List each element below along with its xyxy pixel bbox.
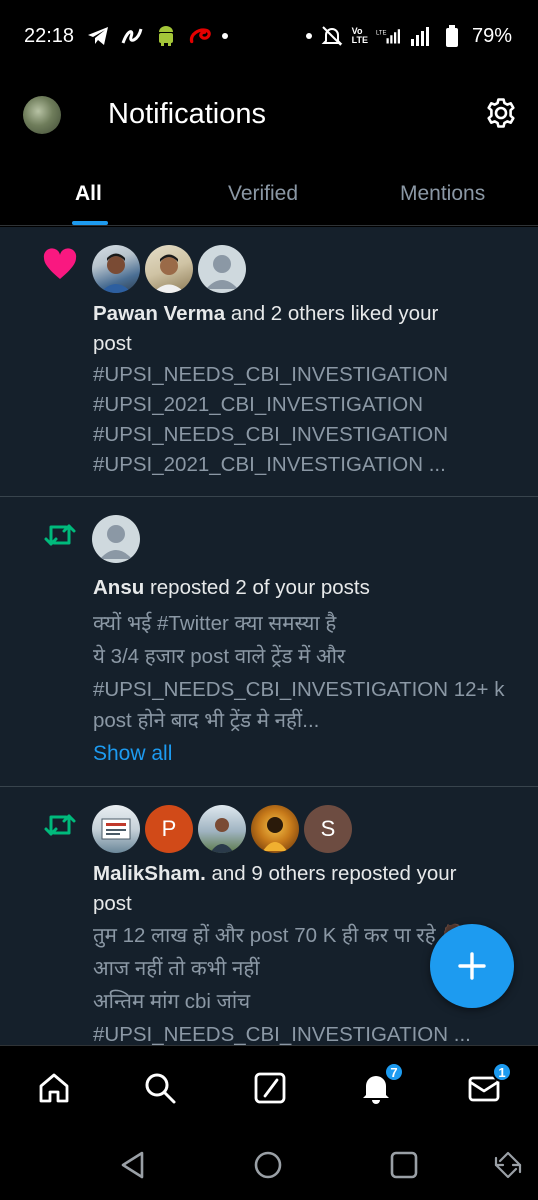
notification-item-repost[interactable]: Ansu reposted 2 of your posts क्यों भई #…: [0, 497, 538, 787]
avatar[interactable]: [251, 805, 299, 853]
system-navigation-bar: [0, 1131, 538, 1200]
post-preview-line: #UPSI_NEEDS_CBI_INVESTIGATION: [93, 363, 449, 386]
post-preview-line: post होने बाद भी ट्रेंड मे नहीं...: [93, 709, 320, 732]
tab-all[interactable]: All: [75, 182, 102, 206]
default-avatar[interactable]: [92, 515, 140, 563]
post-preview-line: #UPSI_NEEDS_CBI_INVESTIGATION ...: [93, 1023, 471, 1045]
bottom-navigation: 7 1: [0, 1045, 538, 1131]
android-icon: [154, 24, 178, 48]
notification-action: reposted 2 of your posts: [144, 576, 370, 599]
mute-bell-icon: [320, 24, 344, 48]
messages-badge: 1: [492, 1062, 512, 1082]
notification-user[interactable]: MalikSham.: [93, 862, 206, 885]
notification-item-repost[interactable]: P S MalikSham. and 9 others reposted you…: [0, 787, 538, 1045]
notifications-feed[interactable]: Pawan Verma and 2 others liked your post…: [0, 227, 538, 1045]
telegram-icon: [86, 24, 110, 48]
app-header: Notifications: [0, 72, 538, 158]
notification-tabs: All Verified Mentions: [0, 158, 538, 226]
back-icon[interactable]: [118, 1149, 150, 1181]
post-preview-line: ये 3/4 हजार post वाले ट्रेंड में और: [93, 645, 346, 668]
avatar-letter[interactable]: P: [145, 805, 193, 853]
notification-user[interactable]: Ansu: [93, 576, 144, 599]
show-all-link[interactable]: Show all: [93, 742, 172, 766]
repost-icon: [42, 517, 78, 553]
notification-dot-icon: [305, 33, 312, 39]
post-preview-line: #UPSI_2021_CBI_INVESTIGATION ...: [93, 453, 446, 476]
notification-action: and 2 others liked your: [225, 302, 439, 325]
heart-icon: [42, 247, 78, 283]
battery-percent: 79%: [471, 24, 512, 47]
notification-dot-icon: [222, 33, 228, 39]
page-title: Notifications: [108, 98, 266, 130]
compose-post-button[interactable]: [430, 924, 514, 1008]
rotate-icon[interactable]: [492, 1149, 524, 1181]
post-preview-line: #UPSI_2021_CBI_INVESTIGATION: [93, 393, 424, 416]
notifications-icon[interactable]: 7: [358, 1062, 404, 1106]
airtel-icon: [188, 24, 212, 48]
avatar[interactable]: [145, 245, 193, 293]
messages-icon[interactable]: 1: [466, 1062, 512, 1106]
home-circle-icon[interactable]: [252, 1149, 284, 1181]
profile-avatar[interactable]: [23, 96, 61, 134]
notification-action-cont: post: [93, 332, 132, 355]
post-preview-line: #UPSI_NEEDS_CBI_INVESTIGATION 12+ k: [93, 678, 505, 701]
svg-text:LTE: LTE: [376, 31, 387, 37]
search-icon[interactable]: [142, 1070, 178, 1106]
settings-gear-icon[interactable]: [484, 96, 518, 130]
avatar[interactable]: [92, 805, 140, 853]
tab-mentions[interactable]: Mentions: [400, 182, 485, 206]
notification-user[interactable]: Pawan Verma: [93, 302, 225, 325]
active-tab-indicator: [72, 221, 108, 225]
battery-icon: [440, 24, 464, 48]
avatar[interactable]: [198, 805, 246, 853]
notifications-badge: 7: [384, 1062, 404, 1082]
repost-icon: [42, 807, 78, 843]
tab-verified[interactable]: Verified: [228, 182, 298, 206]
notification-action-cont: post: [93, 892, 132, 915]
grok-icon[interactable]: [252, 1070, 288, 1106]
payment-app-icon: [120, 24, 144, 48]
notification-action: and 9 others reposted your: [205, 862, 457, 885]
avatar-letter[interactable]: S: [304, 805, 352, 853]
recents-icon[interactable]: [388, 1149, 420, 1181]
post-preview-line: क्यों भई #Twitter क्या समस्या है: [93, 612, 337, 635]
status-time: 22:18: [24, 25, 75, 47]
status-bar: 22:18 Vo LTE LTE 79%: [0, 0, 538, 72]
plus-icon: [458, 952, 486, 980]
notification-item-like[interactable]: Pawan Verma and 2 others liked your post…: [0, 227, 538, 497]
volte-icon: Vo LTE: [351, 26, 368, 45]
lte-signal-icon: LTE: [376, 24, 400, 48]
home-icon[interactable]: [36, 1070, 72, 1106]
post-preview-line: #UPSI_NEEDS_CBI_INVESTIGATION: [93, 423, 449, 446]
signal-icon: [408, 24, 432, 48]
avatar[interactable]: [92, 245, 140, 293]
default-avatar[interactable]: [198, 245, 246, 293]
